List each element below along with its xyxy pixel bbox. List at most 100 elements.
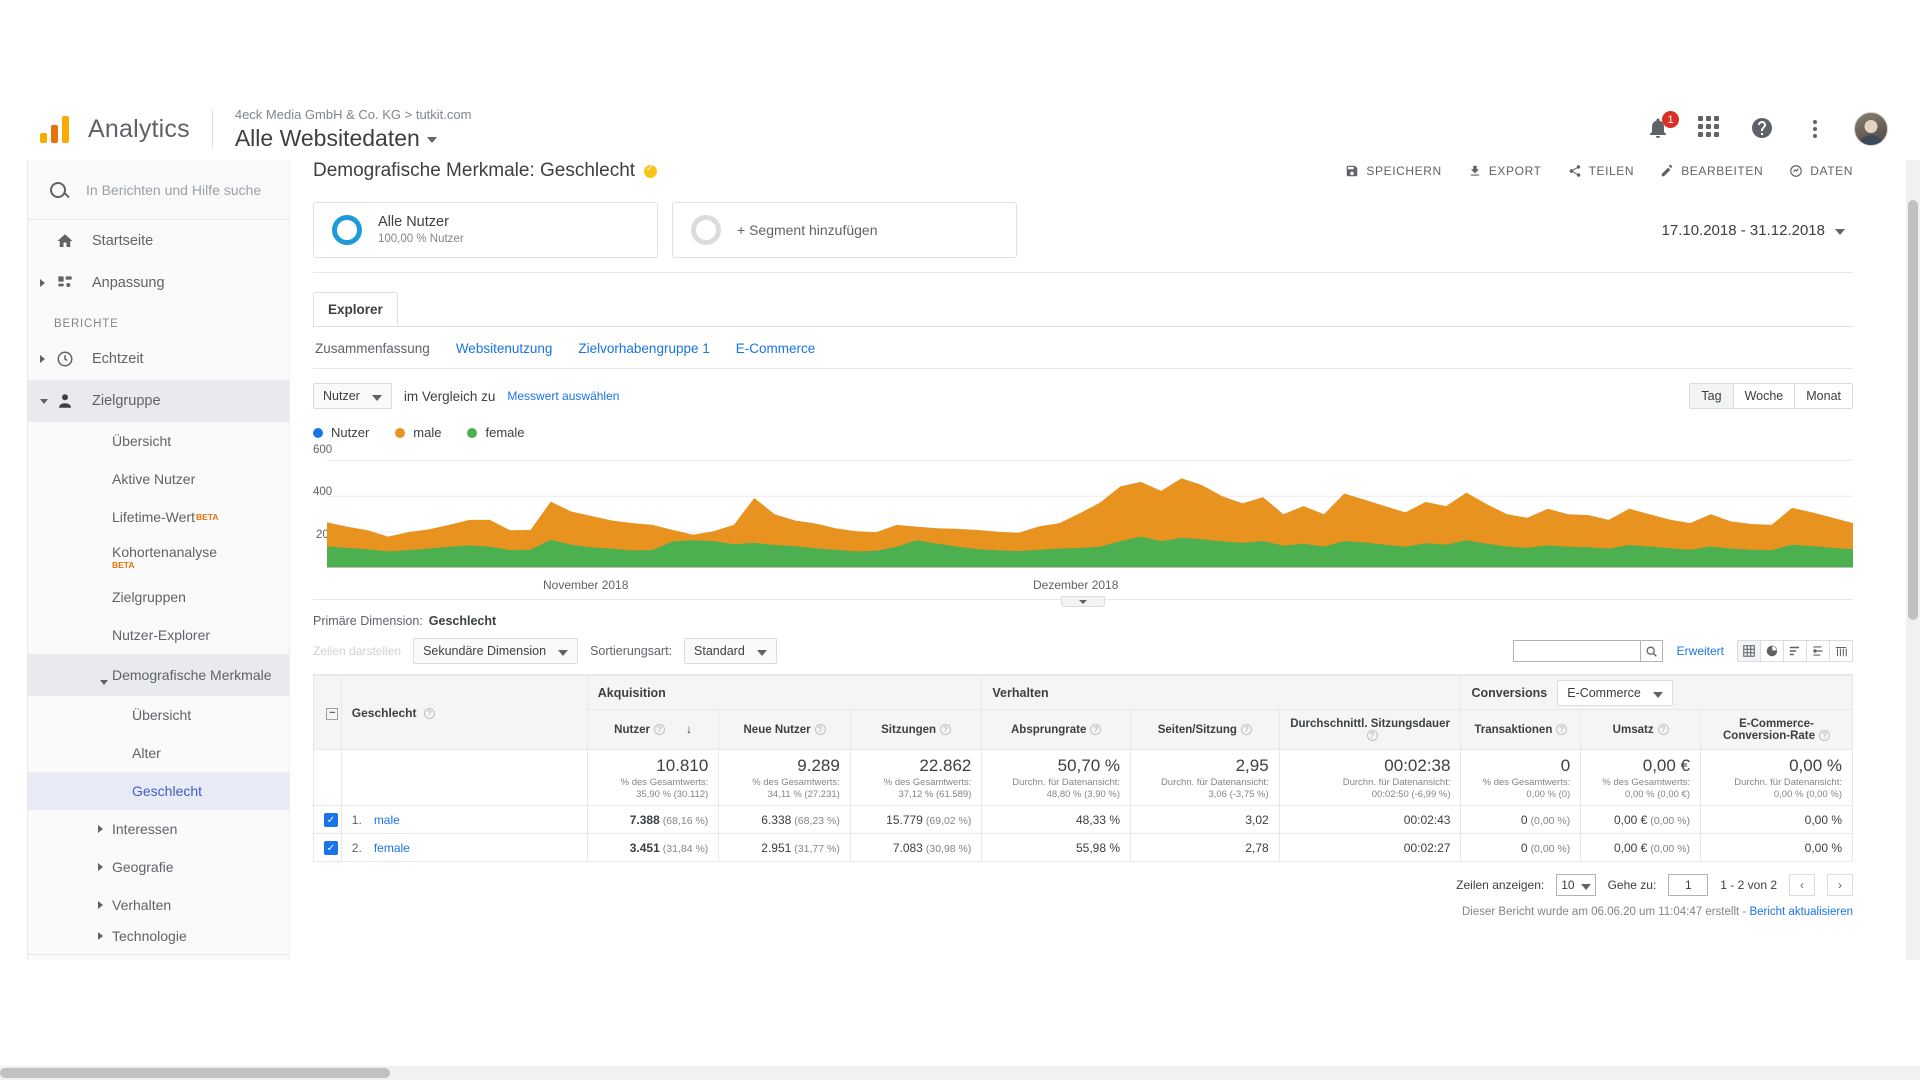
row-checkbox[interactable]: ✓ <box>324 813 338 828</box>
table-view-icon[interactable] <box>1737 640 1761 662</box>
goto-input[interactable]: 1 <box>1668 874 1709 896</box>
segment-all-users[interactable]: Alle Nutzer 100,00 % Nutzer <box>313 202 658 258</box>
search-input[interactable] <box>84 180 264 199</box>
legend-item-nutzer[interactable]: Nutzer <box>313 425 369 440</box>
table-row[interactable]: ✓ 1. male 7.388 (68,16 %) 6.338 (68,23 %) 15.77… <box>313 805 1853 834</box>
column-header-transaktionen[interactable]: Transaktionen? <box>1460 709 1582 750</box>
row-label[interactable]: female <box>374 841 410 855</box>
secondary-dimension-select[interactable]: Sekundäre Dimension <box>413 638 579 664</box>
sidebar-search[interactable] <box>28 160 289 220</box>
sidebar-item-demografische-merkmale[interactable]: Demografische Merkmale <box>28 654 289 696</box>
notifications-button[interactable]: 1 <box>1646 111 1679 142</box>
scrollbar-thumb[interactable] <box>1908 200 1918 620</box>
pie-view-icon[interactable] <box>1760 640 1784 662</box>
timeline-chart[interactable]: 600 400 200 <box>313 444 1853 576</box>
more-options-icon[interactable] <box>1802 116 1828 142</box>
help-icon[interactable]: ? <box>1366 729 1378 741</box>
apps-grid-icon[interactable] <box>1698 116 1724 142</box>
sidebar-item-zielgruppen[interactable]: Zielgruppen <box>28 578 289 616</box>
analytics-logo[interactable]: Analytics <box>40 115 190 144</box>
horizontal-scrollbar[interactable] <box>0 1066 1920 1080</box>
save-button[interactable]: SPEICHERN <box>1345 164 1441 178</box>
performance-view-icon[interactable] <box>1806 640 1830 662</box>
share-button[interactable]: TEILEN <box>1568 164 1635 178</box>
rows-per-page-select[interactable]: 10 <box>1556 874 1596 896</box>
scrollbar-thumb[interactable] <box>0 1068 390 1078</box>
sidebar-item-uebersicht[interactable]: Übersicht <box>28 422 289 460</box>
help-icon[interactable]: ? <box>653 723 665 735</box>
edit-button[interactable]: BEARBEITEN <box>1660 164 1763 178</box>
add-segment-button[interactable]: + Segment hinzufügen <box>672 202 1017 258</box>
sort-select[interactable]: Standard <box>684 638 777 664</box>
help-icon[interactable]: ? <box>1556 723 1568 735</box>
help-button[interactable] <box>1750 116 1776 142</box>
sidebar-item-kohortenanalyse[interactable]: Kohortenanalyse BETA <box>28 536 289 578</box>
primary-dimension-value[interactable]: Geschlecht <box>429 614 496 628</box>
sidebar-item-verhalten[interactable]: Verhalten <box>28 886 289 924</box>
granularity-woche[interactable]: Woche <box>1732 384 1795 408</box>
tab-explorer[interactable]: Explorer <box>313 292 398 327</box>
sidebar-item-geschlecht[interactable]: Geschlecht <box>28 772 289 810</box>
column-header-seiten-sitzung[interactable]: Seiten/Sitzung? <box>1130 709 1280 750</box>
next-page-button[interactable]: › <box>1827 874 1853 896</box>
metric-select[interactable]: Nutzer <box>313 383 392 409</box>
legend-item-female[interactable]: female <box>467 425 525 440</box>
avatar[interactable] <box>1854 112 1888 146</box>
column-header-sitzungen[interactable]: Sitzungen? <box>849 709 983 750</box>
date-range-picker[interactable]: 17.10.2018 - 31.12.2018 <box>1662 222 1845 239</box>
insights-button[interactable]: DATEN <box>1789 164 1853 178</box>
sidebar-item-zielgruppe[interactable]: Zielgruppe <box>28 380 289 422</box>
tab-zielvorhabengruppe[interactable]: Zielvorhabengruppe 1 <box>578 341 709 356</box>
sidebar-item-anpassung[interactable]: Anpassung <box>28 262 289 304</box>
sidebar-item-geografie[interactable]: Geografie <box>28 848 289 886</box>
help-icon[interactable]: ? <box>814 723 826 735</box>
granularity-monat[interactable]: Monat <box>1794 384 1852 408</box>
table-search-input[interactable] <box>1512 640 1641 662</box>
view-name-wrap[interactable]: Alle Websitedaten <box>235 123 472 153</box>
help-icon[interactable]: ? <box>940 723 952 735</box>
column-header-nutzer[interactable]: Nutzer? ↓ <box>586 709 720 750</box>
collapse-icon[interactable]: − <box>326 707 339 720</box>
help-icon[interactable]: ? <box>423 707 435 719</box>
sidebar-item-interessen[interactable]: Interessen <box>28 810 289 848</box>
vertical-scrollbar[interactable] <box>1906 160 1920 960</box>
table-search-button[interactable] <box>1640 640 1663 662</box>
tab-zusammenfassung[interactable]: Zusammenfassung <box>315 341 430 356</box>
conversions-select[interactable]: E-Commerce <box>1557 679 1673 706</box>
sidebar-item-echtzeit[interactable]: Echtzeit <box>28 338 289 380</box>
granularity-tag[interactable]: Tag <box>1690 384 1733 408</box>
sort-arrow-icon[interactable]: ↓ <box>686 724 692 736</box>
sidebar-item-aktive-nutzer[interactable]: Aktive Nutzer <box>28 460 289 498</box>
column-header-umsatz[interactable]: Umsatz? <box>1580 709 1702 750</box>
tab-websitenutzung[interactable]: Websitenutzung <box>456 341 553 356</box>
help-icon[interactable]: ? <box>1819 729 1831 741</box>
sidebar-item-nutzer-explorer[interactable]: Nutzer-Explorer <box>28 616 289 654</box>
sidebar-item-lifetime-wert[interactable]: Lifetime-Wert BETA <box>28 498 289 536</box>
export-button[interactable]: EXPORT <box>1468 164 1542 178</box>
select-metric-link[interactable]: Messwert auswählen <box>507 389 619 403</box>
column-header-sitzungsdauer[interactable]: Durchschnittl. Sitzungsdauer? <box>1278 709 1462 750</box>
pivot-view-icon[interactable] <box>1829 640 1853 662</box>
column-header-ecommerce-rate[interactable]: E-Commerce-Conversion-Rate? <box>1700 709 1853 750</box>
chart-resize-handle[interactable] <box>1061 596 1105 607</box>
tab-ecommerce[interactable]: E-Commerce <box>736 341 816 356</box>
help-icon[interactable]: ? <box>1090 723 1102 735</box>
row-label[interactable]: male <box>374 813 400 827</box>
prev-page-button[interactable]: ‹ <box>1789 874 1815 896</box>
row-checkbox[interactable]: ✓ <box>324 841 338 856</box>
refresh-report-link[interactable]: Bericht aktualisieren <box>1749 906 1853 918</box>
collapse-cell[interactable]: − <box>313 675 342 750</box>
account-selector[interactable]: 4eck Media GmbH & Co. KG > tutkit.com Al… <box>235 106 472 153</box>
sidebar-item-alter[interactable]: Alter <box>28 734 289 772</box>
legend-item-male[interactable]: male <box>395 425 441 440</box>
sidebar-item-demo-uebersicht[interactable]: Übersicht <box>28 696 289 734</box>
sidebar-item-startseite[interactable]: Startseite <box>28 220 289 262</box>
column-header-absprungrate[interactable]: Absprungrate? <box>981 709 1132 750</box>
help-icon[interactable]: ? <box>1657 723 1669 735</box>
table-row[interactable]: ✓ 2. female 3.451 (31,84 %) 2.951 (31,77 %) 7.0… <box>313 833 1853 862</box>
advanced-link[interactable]: Erweitert <box>1677 644 1724 658</box>
help-icon[interactable]: ? <box>1240 723 1252 735</box>
column-header-neue-nutzer[interactable]: Neue Nutzer? <box>718 709 851 750</box>
bar-view-icon[interactable] <box>1783 640 1807 662</box>
sidebar-item-technologie[interactable]: Technologie <box>28 924 289 948</box>
